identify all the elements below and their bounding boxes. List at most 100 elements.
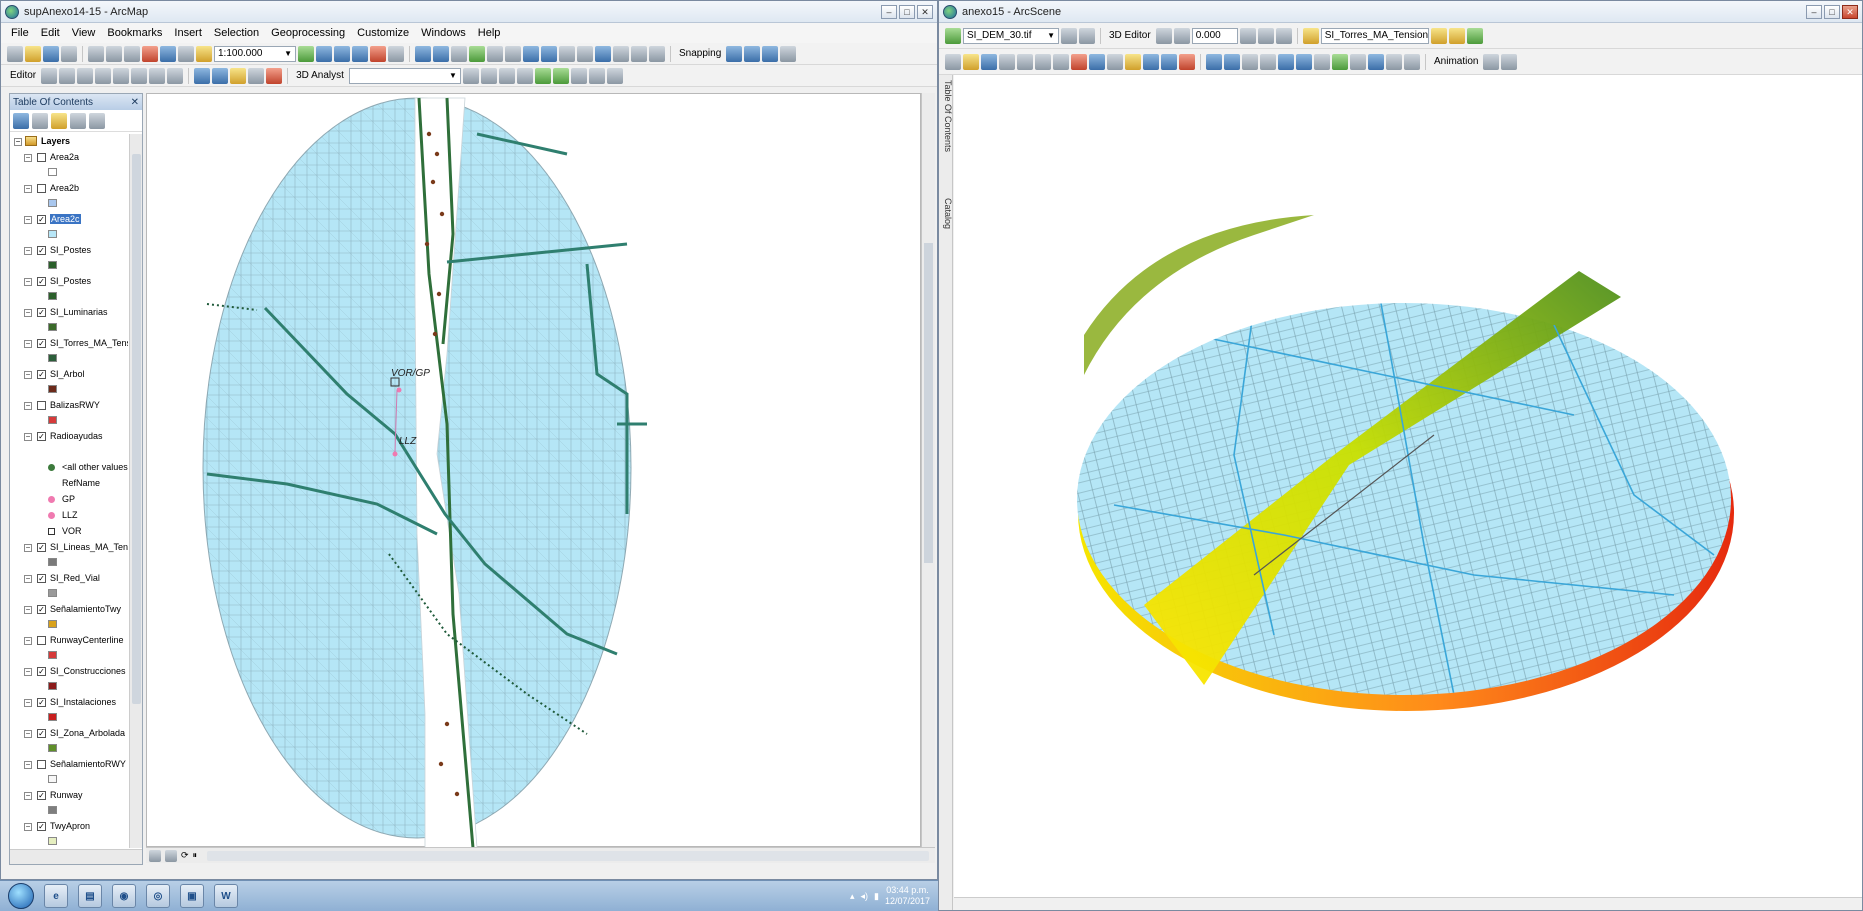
layer-expand-icon[interactable]: − xyxy=(24,823,32,831)
toc-layers-root[interactable]: − Layers xyxy=(10,134,128,150)
scene-paste-icon[interactable] xyxy=(1053,53,1069,70)
attributes-3d-icon[interactable] xyxy=(1448,27,1465,44)
internet-explorer-icon[interactable]: e xyxy=(44,884,68,908)
tray-arrow-icon[interactable]: ▴ xyxy=(850,891,855,902)
select-features-icon[interactable] xyxy=(559,45,575,62)
layer-symbol-swatch[interactable] xyxy=(48,199,57,207)
layer-symbol-swatch[interactable] xyxy=(48,416,57,424)
arcglobe-launch-icon[interactable] xyxy=(552,67,569,84)
word-icon[interactable]: W xyxy=(214,884,238,908)
layer-name[interactable]: SI_Postes xyxy=(50,276,91,286)
arcscene-launch-icon[interactable] xyxy=(534,67,551,84)
toc-layer-item[interactable]: − ✓ SI_Luminarias xyxy=(10,305,128,336)
toc-layer-item[interactable]: −✓ SI_Torres_MA_Tension xyxy=(10,336,128,367)
cut-icon[interactable] xyxy=(88,45,104,62)
data-view-tab-icon[interactable] xyxy=(165,849,177,862)
3d-analyst-layer-combo[interactable]: ▼ xyxy=(348,67,461,84)
layer-expand-icon[interactable]: − xyxy=(24,699,32,707)
scene-undo-icon[interactable] xyxy=(1089,53,1105,70)
layer-visibility-checkbox[interactable]: ✓ xyxy=(37,277,46,286)
layer-visibility-checkbox[interactable]: ✓ xyxy=(37,432,46,441)
interpolate-line-icon[interactable] xyxy=(588,67,605,84)
zoom-in-icon[interactable] xyxy=(415,45,431,62)
layer-visibility-checkbox[interactable] xyxy=(37,153,46,162)
animation-controls-icon[interactable] xyxy=(1501,53,1518,70)
layer-visibility-checkbox[interactable]: ✓ xyxy=(37,370,46,379)
toc-layer-item[interactable]: −✓ SI_Lineas_MA_Tension xyxy=(10,540,128,571)
trace-icon[interactable] xyxy=(95,67,112,84)
layer-visibility-checkbox[interactable] xyxy=(37,636,46,645)
arctoolbox-icon[interactable] xyxy=(370,45,386,62)
undo-icon[interactable] xyxy=(160,45,176,62)
layer-name[interactable]: SI_Construcciones xyxy=(50,666,126,676)
layer-visibility-checkbox[interactable]: ✓ xyxy=(37,308,46,317)
zoom-to-target-icon[interactable] xyxy=(1260,53,1276,70)
hyperlink-icon[interactable] xyxy=(613,45,629,62)
toc-layer-item[interactable]: − Area2b xyxy=(10,181,128,212)
layer-visibility-checkbox[interactable]: ✓ xyxy=(37,698,46,707)
layer-symbol-swatch[interactable] xyxy=(48,682,57,690)
map-scale-combo[interactable]: 1:100.000 ▼ xyxy=(214,45,296,62)
layer-symbol-swatch[interactable] xyxy=(48,744,57,752)
scene-measure-icon[interactable] xyxy=(1404,53,1420,70)
layer-expand-icon[interactable]: − xyxy=(24,185,32,193)
straight-segment-icon[interactable] xyxy=(77,67,94,84)
layer-name[interactable]: SI_Red_Vial xyxy=(50,573,100,583)
steepest-path-icon[interactable] xyxy=(480,67,497,84)
fixed-zoom-in-icon[interactable] xyxy=(487,45,503,62)
scene-zoom-out-icon[interactable] xyxy=(1296,53,1312,70)
file-explorer-icon[interactable]: ▤ xyxy=(78,884,102,908)
fly-icon[interactable] xyxy=(1224,53,1240,70)
toc-layer-item[interactable]: − ✓ Runway xyxy=(10,788,128,819)
map-display[interactable]: VOR/GP LLZ xyxy=(146,93,921,849)
close-button[interactable]: ✕ xyxy=(917,4,933,19)
layer-symbol-swatch[interactable] xyxy=(48,261,57,269)
transparency-icon[interactable] xyxy=(1061,27,1077,44)
list-by-visibility-icon[interactable] xyxy=(51,112,67,129)
toc-layer-item[interactable]: − ✓ SI_Red_Vial xyxy=(10,571,128,602)
layer-symbol-swatch[interactable] xyxy=(48,292,57,300)
effects-icon[interactable] xyxy=(248,67,265,84)
layer-properties-icon[interactable] xyxy=(230,67,247,84)
line-of-sight-icon[interactable] xyxy=(498,67,515,84)
layer-expand-icon[interactable]: − xyxy=(24,216,32,224)
layer-name[interactable]: SI_Postes xyxy=(50,245,91,255)
network-icon[interactable]: ▮ xyxy=(874,891,879,902)
menu-help[interactable]: Help xyxy=(478,27,501,39)
layer-visibility-checkbox[interactable]: ✓ xyxy=(37,339,46,348)
layer-expand-icon[interactable]: − xyxy=(24,792,32,800)
layer-symbol-swatch[interactable] xyxy=(48,589,57,597)
3d-rotate-icon[interactable] xyxy=(1257,27,1274,44)
forward-extent-icon[interactable] xyxy=(541,45,557,62)
menu-geoprocessing[interactable]: Geoprocessing xyxy=(271,27,345,39)
data-view-icon[interactable] xyxy=(212,67,229,84)
scene-toc-icon[interactable] xyxy=(1143,53,1159,70)
zoom-out-icon[interactable] xyxy=(433,45,449,62)
toc-layer-item[interactable]: − ✓ SI_Construcciones xyxy=(10,664,128,695)
scene-delete-icon[interactable] xyxy=(1071,53,1087,70)
layer-visibility-checkbox[interactable]: ✓ xyxy=(37,791,46,800)
back-extent-icon[interactable] xyxy=(523,45,539,62)
layer-symbol-swatch[interactable] xyxy=(48,775,57,783)
scene-copy-icon[interactable] xyxy=(1035,53,1051,70)
full-extent-icon[interactable] xyxy=(469,45,485,62)
arcscene-task-icon[interactable]: ◎ xyxy=(146,884,170,908)
layer-visibility-checkbox[interactable]: ✓ xyxy=(37,822,46,831)
toc-layer-item[interactable]: − ✓ SI_Zona_Arbolada xyxy=(10,726,128,757)
layer-visibility-checkbox[interactable]: ✓ xyxy=(37,667,46,676)
layer-expand-icon[interactable]: − xyxy=(24,278,32,286)
layer-name[interactable]: SI_Lineas_MA_Tension xyxy=(50,542,128,552)
layer-symbol-swatch[interactable] xyxy=(48,558,57,566)
layer-expand-icon[interactable]: − xyxy=(24,371,32,379)
add-data-icon[interactable] xyxy=(196,45,212,62)
interpolate-point-icon[interactable] xyxy=(570,67,587,84)
3d-move-icon[interactable] xyxy=(1239,27,1256,44)
layer-name[interactable]: SI_Zona_Arbolada xyxy=(50,728,125,738)
layer-symbol-swatch[interactable] xyxy=(48,230,57,238)
python-window-icon[interactable] xyxy=(388,45,404,62)
map-vertical-scrollbar[interactable] xyxy=(921,93,935,847)
layer-name[interactable]: SI_Instalaciones xyxy=(50,697,116,707)
find-icon[interactable] xyxy=(649,45,665,62)
menu-insert[interactable]: Insert xyxy=(174,27,202,39)
layer-name[interactable]: SeñalamientoTwy xyxy=(50,604,121,614)
